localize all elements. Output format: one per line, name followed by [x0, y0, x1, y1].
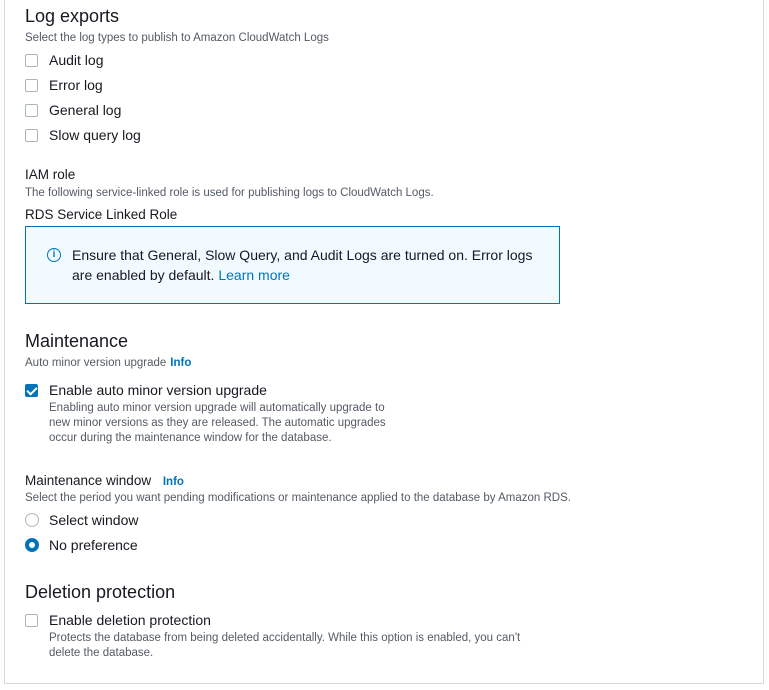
select-window-radio[interactable]: [25, 513, 39, 527]
log-exports-title: Log exports: [25, 6, 120, 26]
deletion-protection-checkbox[interactable]: [25, 614, 38, 627]
error-log-checkbox[interactable]: [25, 79, 38, 92]
general-log-checkbox[interactable]: [25, 104, 38, 117]
auto-upgrade-description-3: occur during the maintenance window for …: [49, 432, 332, 444]
auto-upgrade-info-link[interactable]: Info: [170, 357, 191, 369]
log-exports-description: Select the log types to publish to Amazo…: [25, 32, 329, 44]
general-log-label[interactable]: General log: [49, 101, 121, 119]
info-alert-line1: Ensure that General, Slow Query, and Aud…: [72, 247, 533, 263]
info-alert-text: Ensure that General, Slow Query, and Aud…: [72, 245, 552, 285]
maintenance-window-text: Maintenance window: [25, 473, 152, 488]
error-log-label[interactable]: Error log: [49, 76, 103, 94]
maintenance-window-label: Maintenance window Info: [25, 472, 184, 491]
info-alert: i Ensure that General, Slow Query, and A…: [25, 226, 560, 304]
auto-upgrade-text: Auto minor version upgrade: [25, 357, 167, 369]
auto-upgrade-checkbox-label[interactable]: Enable auto minor version upgrade: [49, 381, 267, 399]
auto-upgrade-checkbox[interactable]: [25, 384, 38, 397]
maintenance-window-info-link[interactable]: Info: [163, 476, 184, 488]
audit-log-label[interactable]: Audit log: [49, 51, 103, 69]
auto-upgrade-description-2: new minor versions as they are released.…: [49, 417, 386, 429]
select-window-label[interactable]: Select window: [49, 511, 139, 529]
auto-upgrade-label: Auto minor version upgrade Info: [25, 356, 191, 371]
no-preference-label[interactable]: No preference: [49, 536, 138, 554]
iam-role-description: The following service-linked role is use…: [25, 187, 434, 199]
deletion-protection-label[interactable]: Enable deletion protection: [49, 611, 211, 629]
learn-more-link[interactable]: Learn more: [218, 267, 290, 283]
slow-query-log-label[interactable]: Slow query log: [49, 126, 141, 144]
auto-upgrade-description-1: Enabling auto minor version upgrade will…: [49, 402, 385, 414]
iam-role-title: IAM role: [25, 167, 76, 182]
deletion-protection-description-1: Protects the database from being deleted…: [49, 632, 521, 644]
maintenance-title: Maintenance: [25, 331, 129, 351]
slow-query-log-checkbox[interactable]: [25, 129, 38, 142]
info-icon: i: [47, 248, 61, 262]
deletion-protection-description-2: delete the database.: [49, 647, 154, 659]
maintenance-window-description: Select the period you want pending modif…: [25, 492, 571, 504]
audit-log-checkbox[interactable]: [25, 54, 38, 67]
deletion-protection-title: Deletion protection: [25, 582, 176, 602]
iam-role-name: RDS Service Linked Role: [25, 207, 178, 222]
no-preference-radio[interactable]: [25, 538, 39, 552]
info-alert-line2: are enabled by default.: [72, 267, 215, 283]
